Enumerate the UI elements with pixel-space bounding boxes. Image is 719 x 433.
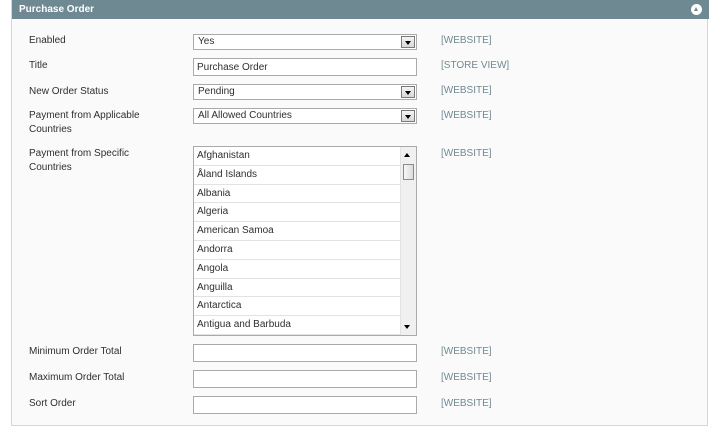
new-order-status-value: Pending xyxy=(198,86,235,97)
list-item[interactable]: American Samoa xyxy=(194,222,400,241)
scope-label: [WEBSITE] xyxy=(441,110,492,121)
specific-countries-label: Payment from Specific Countries xyxy=(29,148,130,173)
list-item[interactable]: Angola xyxy=(194,260,400,279)
chevron-up-icon[interactable] xyxy=(691,4,702,15)
max-order-total-input[interactable] xyxy=(193,370,417,388)
scope-label: [WEBSITE] xyxy=(441,35,492,46)
list-item[interactable]: Antigua and Barbuda xyxy=(194,316,400,335)
list-item[interactable]: Anguilla xyxy=(194,279,400,298)
sort-order-input[interactable] xyxy=(193,396,417,414)
list-item[interactable]: Andorra xyxy=(194,241,400,260)
scroll-up-icon[interactable] xyxy=(404,153,410,157)
specific-countries-multiselect[interactable]: Afghanistan Åland Islands Albania Algeri… xyxy=(193,146,417,336)
scope-label: [WEBSITE] xyxy=(441,85,492,96)
countries-list[interactable]: Afghanistan Åland Islands Albania Algeri… xyxy=(194,147,400,335)
enabled-label: Enabled xyxy=(29,35,66,46)
list-item[interactable]: Afghanistan xyxy=(194,147,400,166)
enabled-select[interactable]: Yes xyxy=(193,34,417,50)
min-order-total-input[interactable] xyxy=(193,344,417,362)
new-order-status-select[interactable]: Pending xyxy=(193,84,417,100)
scrollbar-thumb[interactable] xyxy=(403,164,414,180)
sort-order-label: Sort Order xyxy=(29,398,76,409)
min-order-total-label: Minimum Order Total xyxy=(29,346,122,357)
section-header[interactable]: Purchase Order xyxy=(12,0,709,19)
dropdown-arrow-icon[interactable] xyxy=(401,86,415,98)
list-item[interactable]: Antarctica xyxy=(194,297,400,317)
scroll-down-icon[interactable] xyxy=(404,325,410,329)
list-item[interactable]: Åland Islands xyxy=(194,166,400,185)
applicable-countries-select[interactable]: All Allowed Countries xyxy=(193,108,417,124)
applicable-countries-label: Payment from Applicable Countries xyxy=(29,110,140,135)
list-item[interactable]: Albania xyxy=(194,185,400,204)
max-order-total-label: Maximum Order Total xyxy=(29,372,125,383)
scope-label: [WEBSITE] xyxy=(441,398,492,409)
applicable-countries-value: All Allowed Countries xyxy=(198,110,292,121)
dropdown-arrow-icon[interactable] xyxy=(401,36,415,48)
title-label: Title xyxy=(29,60,48,71)
enabled-select-value: Yes xyxy=(198,36,215,47)
list-item[interactable]: Algeria xyxy=(194,203,400,223)
scrollbar[interactable] xyxy=(400,147,416,335)
scope-label: [STORE VIEW] xyxy=(441,60,510,71)
scope-label: [WEBSITE] xyxy=(441,372,492,383)
purchase-order-panel: Purchase Order Enabled Yes [WEBSITE] Tit… xyxy=(11,0,709,426)
new-order-status-label: New Order Status xyxy=(29,86,109,97)
dropdown-arrow-icon[interactable] xyxy=(401,110,415,122)
scope-label: [WEBSITE] xyxy=(441,346,492,357)
section-title: Purchase Order xyxy=(19,4,95,15)
title-input[interactable] xyxy=(193,58,417,76)
scope-label: [WEBSITE] xyxy=(441,148,492,159)
